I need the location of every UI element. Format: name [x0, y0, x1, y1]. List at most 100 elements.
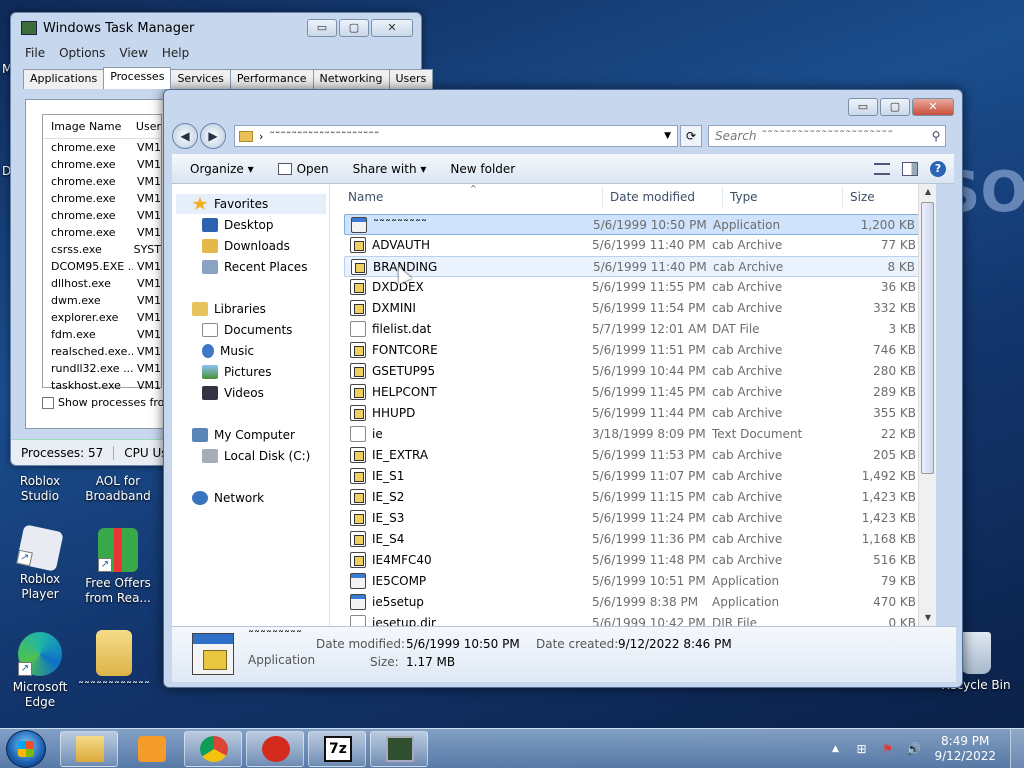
taskbar-chrome[interactable] — [184, 731, 242, 767]
forward-button[interactable]: ▶ — [200, 123, 226, 149]
search-input[interactable]: Search ˜˜˜˜˜˜˜˜˜˜˜˜˜˜˜˜˜˜˜˜˜˜ ⚲ — [708, 125, 946, 147]
tray-expand-icon[interactable]: ▲ — [827, 741, 843, 757]
file-row[interactable]: IE_S1 5/6/1999 11:07 PM cab Archive 1,492 K… — [344, 466, 920, 487]
tab-processes[interactable]: Processes — [103, 67, 172, 89]
process-row[interactable]: explorer.exe VM1 — [43, 309, 161, 326]
file-row[interactable]: IE4MFC40 5/6/1999 11:48 PM cab Archive 516 … — [344, 550, 920, 571]
action-center-flag-icon[interactable]: ⚑ — [879, 741, 895, 757]
process-row[interactable]: chrome.exe VM1 — [43, 207, 161, 224]
process-row[interactable]: DCOM95.EXE ... VM1 — [43, 258, 161, 275]
file-row[interactable]: ADVAUTH 5/6/1999 11:40 PM cab Archive 77 KB — [344, 235, 920, 256]
process-row[interactable]: realsched.exe... VM1 — [43, 343, 161, 360]
tab-applications[interactable]: Applications — [23, 69, 105, 89]
help-icon[interactable]: ? — [930, 160, 946, 177]
process-row[interactable]: chrome.exe VM1 — [43, 139, 161, 156]
close-button[interactable]: ✕ — [371, 19, 413, 37]
desktop-icon-roblox-studio[interactable]: Roblox Studio — [0, 474, 80, 504]
file-row[interactable]: ie 3/18/1999 8:09 PM Text Document 22 KB — [344, 424, 920, 445]
refresh-button[interactable]: ⟳ — [680, 125, 702, 147]
file-row[interactable]: BRANDING 5/6/1999 11:40 PM cab Archive 8 KB — [344, 256, 920, 277]
tab-services[interactable]: Services — [170, 69, 231, 89]
file-row[interactable]: FONTCORE 5/6/1999 11:51 PM cab Archive 746 … — [344, 340, 920, 361]
menu-view[interactable]: View — [119, 46, 147, 60]
nav-local-disk[interactable]: Local Disk (C:) — [202, 446, 310, 466]
scroll-thumb[interactable] — [921, 202, 934, 474]
process-row[interactable]: rundll32.exe ... VM1 — [43, 360, 161, 377]
file-row[interactable]: IE_S4 5/6/1999 11:36 PM cab Archive 1,168 K… — [344, 529, 920, 550]
process-row[interactable]: taskhost.exe VM1 — [43, 377, 161, 394]
explorer-titlebar[interactable]: ▭ ▢ ✕ — [164, 90, 962, 118]
nav-desktop[interactable]: Desktop — [202, 215, 274, 235]
process-row[interactable]: dllhost.exe VM1 — [43, 275, 161, 292]
column-user[interactable]: User — [128, 120, 161, 133]
maximize-button[interactable]: ▢ — [880, 98, 910, 116]
tab-performance[interactable]: Performance — [229, 69, 314, 89]
minimize-button[interactable]: ▭ — [848, 98, 878, 116]
view-options-icon[interactable] — [874, 162, 890, 175]
nav-network[interactable]: Network — [192, 488, 264, 508]
nav-videos[interactable]: Videos — [202, 383, 264, 403]
scroll-down-icon[interactable]: ▼ — [919, 610, 936, 626]
menu-file[interactable]: File — [25, 46, 45, 60]
close-button[interactable]: ✕ — [912, 98, 954, 116]
column-name[interactable]: Name — [348, 190, 383, 204]
nav-downloads[interactable]: Downloads — [202, 236, 290, 256]
new-folder-button[interactable]: New folder — [438, 156, 527, 182]
organize-button[interactable]: Organize ▾ — [172, 156, 266, 182]
file-row[interactable]: IE5COMP 5/6/1999 10:51 PM Application 79 KB — [344, 571, 920, 592]
preview-pane-icon[interactable] — [902, 161, 918, 176]
clock[interactable]: 8:49 PM 9/12/2022 — [926, 734, 1010, 764]
search-icon[interactable]: ⚲ — [927, 129, 945, 143]
network-icon[interactable]: ⊞ — [853, 741, 869, 757]
start-button[interactable] — [6, 730, 46, 768]
breadcrumb-arrow[interactable]: › — [259, 130, 263, 143]
process-row[interactable]: chrome.exe VM1 — [43, 156, 161, 173]
nav-recent-places[interactable]: Recent Places — [202, 257, 307, 277]
file-row[interactable]: IE_S2 5/6/1999 11:15 PM cab Archive 1,423 K… — [344, 487, 920, 508]
scroll-up-icon[interactable]: ▲ — [919, 184, 936, 200]
nav-libraries[interactable]: Libraries — [192, 299, 266, 319]
file-row[interactable]: GSETUP95 5/6/1999 10:44 PM cab Archive 280 … — [344, 361, 920, 382]
process-row[interactable]: chrome.exe VM1 — [43, 224, 161, 241]
file-row[interactable]: HHUPD 5/6/1999 11:44 PM cab Archive 355 KB — [344, 403, 920, 424]
desktop-icon-folder[interactable]: ˜˜˜˜˜˜˜˜˜˜˜˜ — [74, 630, 154, 695]
nav-music[interactable]: Music — [202, 341, 254, 361]
show-desktop-button[interactable] — [1010, 729, 1024, 768]
address-dropdown-icon[interactable]: ▼ — [664, 131, 677, 141]
process-row[interactable]: chrome.exe VM1 — [43, 173, 161, 190]
nav-documents[interactable]: Documents — [202, 320, 292, 340]
share-with-button[interactable]: Share with ▾ — [341, 156, 439, 182]
file-list[interactable]: Name ^ Date modified Type Size ˜˜˜˜˜˜˜˜˜… — [330, 184, 936, 626]
breadcrumb-path[interactable]: ˜˜˜˜˜˜˜˜˜˜˜˜˜˜˜˜˜˜˜˜ — [269, 130, 664, 143]
file-row[interactable]: iesetup.dir 5/6/1999 10:42 PM DIR File 0 KB — [344, 613, 920, 626]
file-row[interactable]: DXMINI 5/6/1999 11:54 PM cab Archive 332 KB — [344, 298, 920, 319]
nav-pictures[interactable]: Pictures — [202, 362, 272, 382]
nav-favorites[interactable]: Favorites — [176, 194, 326, 214]
column-image-name[interactable]: Image Name — [43, 120, 128, 133]
taskbar-task-manager[interactable] — [370, 731, 428, 767]
column-type[interactable]: Type — [730, 190, 758, 204]
file-row[interactable]: ie5setup 5/6/1999 8:38 PM Application 470 K… — [344, 592, 920, 613]
menu-help[interactable]: Help — [162, 46, 189, 60]
open-button[interactable]: Open — [266, 156, 341, 182]
show-all-checkbox[interactable] — [42, 396, 54, 409]
process-row[interactable]: fdm.exe VM1 — [43, 326, 161, 343]
volume-icon[interactable]: 🔊 — [905, 741, 921, 757]
taskbar-power-app[interactable] — [246, 731, 304, 767]
maximize-button[interactable]: ▢ — [339, 19, 369, 37]
back-button[interactable]: ◀ — [172, 123, 198, 149]
taskbar-media-player[interactable] — [122, 731, 180, 767]
column-date[interactable]: Date modified — [610, 190, 695, 204]
file-row[interactable]: filelist.dat 5/7/1999 12:01 AM DAT File 3 K… — [344, 319, 920, 340]
taskbar-7zip[interactable]: 7z — [308, 731, 366, 767]
nav-my-computer[interactable]: My Computer — [192, 425, 295, 445]
process-row[interactable]: chrome.exe VM1 — [43, 190, 161, 207]
file-row[interactable]: ˜˜˜˜˜˜˜˜˜ 5/6/1999 10:50 PM Application 1,2… — [344, 214, 920, 235]
tab-users[interactable]: Users — [388, 69, 434, 89]
tab-networking[interactable]: Networking — [312, 69, 390, 89]
address-bar[interactable]: › ˜˜˜˜˜˜˜˜˜˜˜˜˜˜˜˜˜˜˜˜ ▼ — [234, 125, 678, 147]
process-row[interactable]: csrss.exe SYST — [43, 241, 161, 258]
desktop-icon-roblox-player[interactable]: ↗ Roblox Player — [0, 524, 80, 602]
explorer-window[interactable]: ▭ ▢ ✕ ◀ ▶ › ˜˜˜˜˜˜˜˜˜˜˜˜˜˜˜˜˜˜˜˜ ▼ ⟳ Sea… — [163, 89, 963, 688]
file-row[interactable]: HELPCONT 5/6/1999 11:45 PM cab Archive 289 … — [344, 382, 920, 403]
